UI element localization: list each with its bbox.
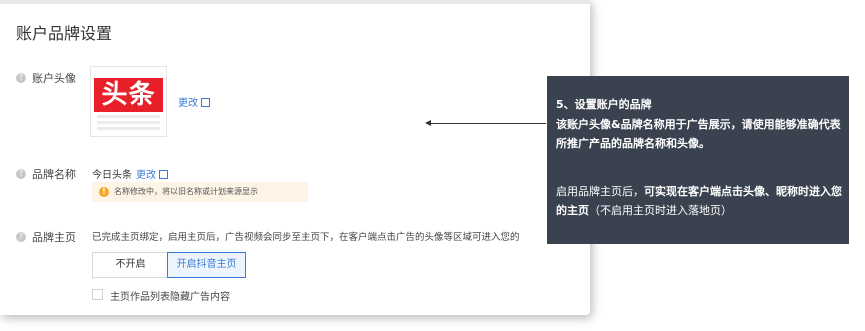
tutorial-callout: 5、设置账户的品牌 该账户头像&品牌名称用于广告展示，请使用能够准确代表所推广产… <box>547 76 849 244</box>
brand-home-label: 品牌主页 <box>32 231 76 244</box>
external-link-icon <box>201 98 210 107</box>
help-icon[interactable]: ? <box>16 232 26 242</box>
logo-lines <box>97 115 160 133</box>
settings-panel: 账户品牌设置 ? 账户头像 头条 更改 ? 品牌名称 今日头条 更改 ! 名称修… <box>0 0 590 315</box>
avatar-edit-label: 更改 <box>178 98 198 109</box>
help-icon[interactable]: ? <box>16 73 26 83</box>
notice-text: 名称修改中，将以旧名称或计划来源显示 <box>114 187 258 196</box>
avatar-edit-link[interactable]: 更改 <box>178 94 210 109</box>
warning-icon: ! <box>99 187 109 197</box>
callout-body-2: 启用品牌主页后，可实现在客户端点击头像、昵称时进入您的主页（不启用主页时进入落地… <box>556 182 844 220</box>
rename-notice: ! 名称修改中，将以旧名称或计划来源显示 <box>92 182 308 202</box>
avatar-label: 账户头像 <box>32 72 76 85</box>
callout-title: 5、设置账户的品牌 <box>556 98 652 111</box>
page-title: 账户品牌设置 <box>16 24 113 43</box>
arrow-left-icon <box>425 120 431 126</box>
external-link-icon <box>159 170 168 179</box>
brand-name-edit-label: 更改 <box>136 170 156 181</box>
callout-body: 该账户头像&品牌名称用于广告展示，请使用能够准确代表所推广产品的品牌名称和头像。 <box>556 118 841 150</box>
avatar-image: 头条 <box>90 66 167 137</box>
brand-name-edit-link[interactable]: 更改 <box>136 166 168 181</box>
hide-ads-checkbox[interactable] <box>92 289 103 300</box>
brand-home-description: 已完成主页绑定，启用主页后，广告视频会同步至主页下，在客户端点击广告的头像等区域… <box>92 232 520 243</box>
brand-name-value: 今日头条 <box>92 170 132 181</box>
brand-name-label: 品牌名称 <box>32 168 76 181</box>
enable-douyin-home-button[interactable]: 开启抖音主页 <box>167 252 246 278</box>
callout-body-2-suffix: （不启用主页时进入落地页） <box>589 204 732 217</box>
help-icon[interactable]: ? <box>16 169 26 179</box>
top-bar <box>0 0 590 4</box>
pointer-line <box>430 123 546 124</box>
hide-ads-checkbox-label: 主页作品列表隐藏广告内容 <box>110 292 230 303</box>
logo-text: 头条 <box>94 78 163 112</box>
disable-home-button[interactable]: 不开启 <box>92 252 169 278</box>
callout-body-2-prefix: 启用品牌主页后， <box>556 185 644 198</box>
